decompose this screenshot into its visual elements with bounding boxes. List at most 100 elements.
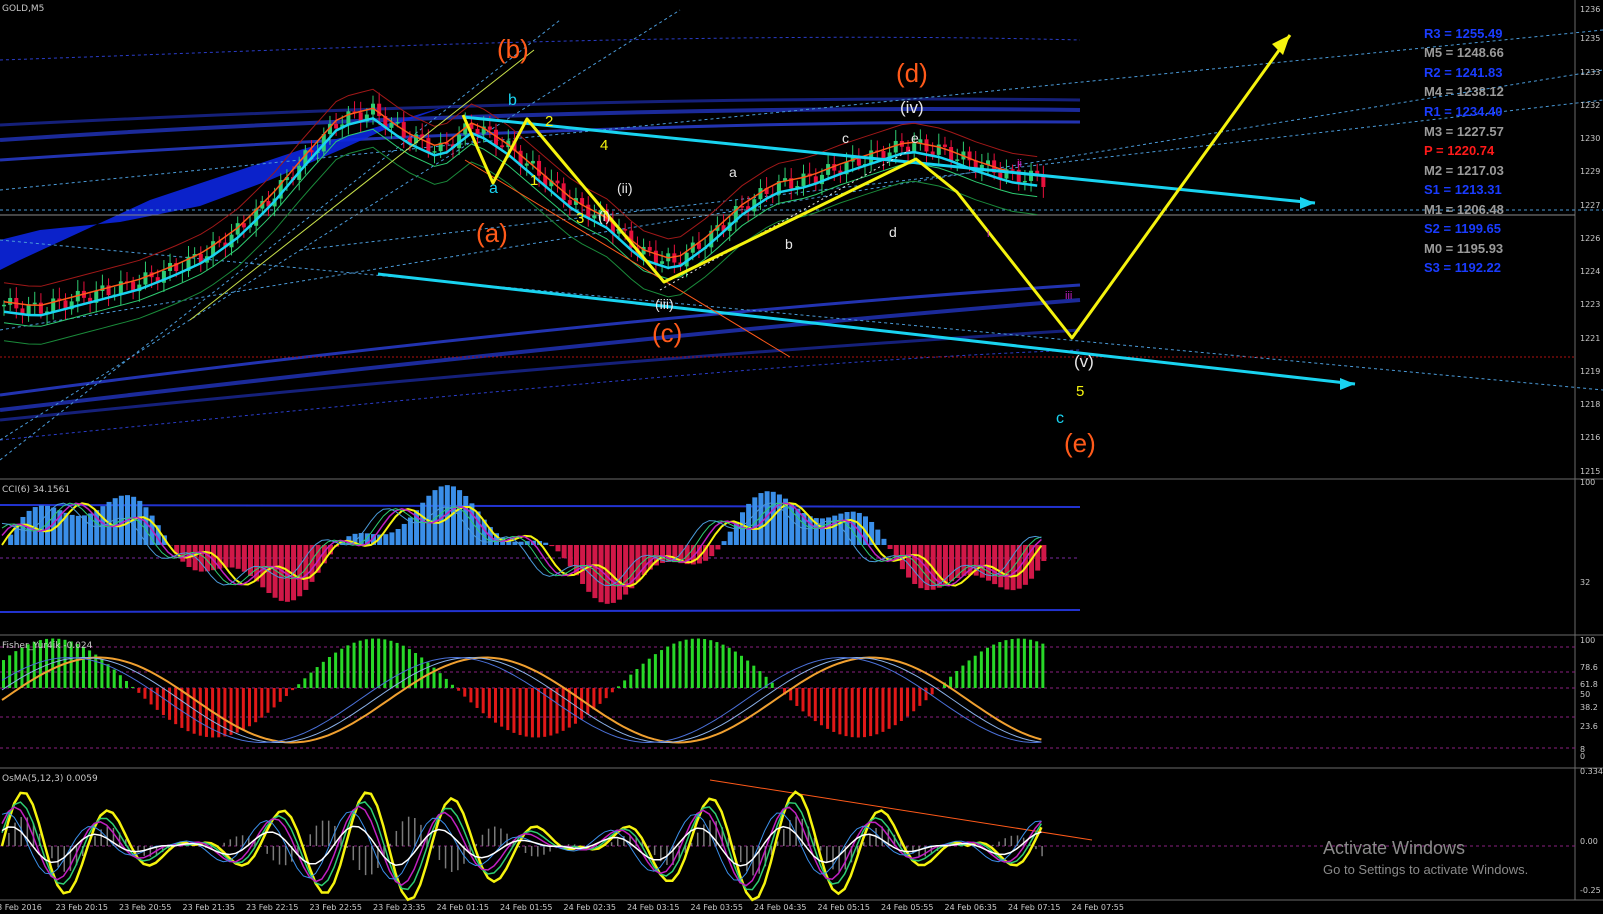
fisher-bar (14, 651, 18, 688)
osma-bar (321, 820, 324, 846)
cci-bar (241, 545, 247, 572)
wave-label: 1 (530, 172, 539, 189)
fisher-bar (500, 688, 504, 727)
axis-tick-label: 23.6 (1580, 722, 1598, 731)
candle-body (647, 246, 652, 251)
osma-bar (918, 846, 920, 857)
fisher-bar (106, 664, 110, 688)
fisher-bar (389, 640, 393, 688)
wave-label: (iv) (900, 98, 924, 117)
osma-bar (57, 846, 59, 868)
fisher-bar (924, 688, 928, 701)
fisher-bar (481, 688, 485, 714)
cci-bar (949, 545, 955, 582)
fisher-bar (1004, 640, 1008, 688)
cci-bar (998, 545, 1004, 588)
candle-body (475, 128, 480, 134)
fisher-bar (869, 688, 873, 737)
fisher-bar (875, 688, 879, 735)
fisher-bar (1010, 638, 1014, 688)
wave-label: c (842, 130, 849, 146)
fisher-bar (660, 650, 664, 688)
osma-bar (998, 841, 1000, 846)
fisher-bar (278, 688, 282, 702)
axis-tick-label: 24 Feb 01:15 (436, 903, 489, 912)
osma-bar (278, 846, 281, 865)
fisher-bar (321, 661, 325, 688)
cci-bar (992, 545, 998, 585)
wave-label: e (911, 130, 919, 146)
fisher-bar (334, 652, 338, 688)
cci-bar (561, 545, 567, 559)
osma-bar (494, 826, 496, 846)
trading-chart[interactable] (0, 0, 1603, 914)
wave-label: (e) (1064, 428, 1096, 458)
cci-bar (844, 512, 850, 545)
fisher-bar (918, 688, 922, 706)
fisher-bar (155, 688, 159, 710)
axis-tick-label: 1232 (1580, 101, 1601, 110)
axis-tick-label: 23 Feb 23:35 (373, 903, 426, 912)
fisher-bar (284, 688, 288, 697)
fisher-bar (647, 658, 651, 688)
osma-bar (444, 846, 447, 869)
osma-bar (610, 842, 613, 846)
axis-tick-label: 1224 (1580, 267, 1601, 276)
fisher-bar (819, 688, 823, 726)
cci-bar (580, 545, 586, 584)
candle-body (623, 229, 628, 231)
pivot-level: S3 = 1192.22 (1424, 260, 1501, 275)
fisher-bar (94, 654, 98, 688)
fisher-bar (137, 688, 141, 693)
fisher-bar (518, 688, 522, 736)
osma-bar (450, 846, 453, 872)
pivot-level: R2 = 1241.83 (1424, 65, 1503, 80)
wave-label: b (785, 236, 793, 252)
axis-tick-label: 0 (1580, 752, 1586, 761)
pivot-level: M1 = 1206.48 (1424, 202, 1504, 217)
wave-label: (b) (497, 34, 529, 64)
cci-bar (832, 515, 838, 545)
candle-body (672, 253, 677, 263)
wave-label: c (1056, 410, 1064, 427)
candle-body (906, 146, 911, 153)
fisher-bar (641, 663, 645, 688)
fisher-bar (826, 688, 830, 729)
cci-bar (592, 545, 598, 599)
cci-bar (229, 545, 235, 568)
axis-tick-label: -0.25 (1580, 886, 1601, 895)
osma-bar (309, 834, 311, 846)
pivot-level: S1 = 1213.31 (1424, 182, 1502, 197)
fisher-bar (979, 651, 983, 688)
fisher-bar (2, 660, 5, 688)
fisher-bar (604, 688, 608, 699)
osma-bar (414, 818, 416, 846)
fisher-bar (266, 688, 270, 713)
fisher-bar (1022, 638, 1026, 688)
axis-tick-label: 1218 (1580, 400, 1601, 409)
osma-bar (1041, 846, 1043, 857)
fisher-bar (727, 647, 731, 688)
fisher-bar (377, 638, 381, 688)
osma-bar (487, 828, 490, 846)
cci-bar (38, 505, 44, 545)
fisher-bar (863, 688, 866, 738)
fisher-bar (204, 688, 208, 737)
fisher-bar (223, 688, 227, 737)
fisher-bar (795, 688, 799, 706)
fisher-bar (118, 675, 122, 688)
cci-bar (850, 511, 856, 545)
axis-tick-label: 0.334 (1580, 767, 1603, 776)
cci-bar (549, 545, 555, 547)
osma-bar (223, 842, 225, 846)
cci-bar (746, 503, 752, 545)
candle-body (32, 302, 37, 305)
fisher-bar (1029, 639, 1033, 688)
candle-body (530, 160, 535, 164)
fisher-bar (315, 667, 319, 688)
cci-bar (457, 490, 463, 545)
fisher-bar (838, 688, 842, 735)
fisher-bar (469, 688, 473, 703)
fisher-bar (81, 646, 85, 688)
axis-tick-label: 100 (1580, 636, 1596, 645)
